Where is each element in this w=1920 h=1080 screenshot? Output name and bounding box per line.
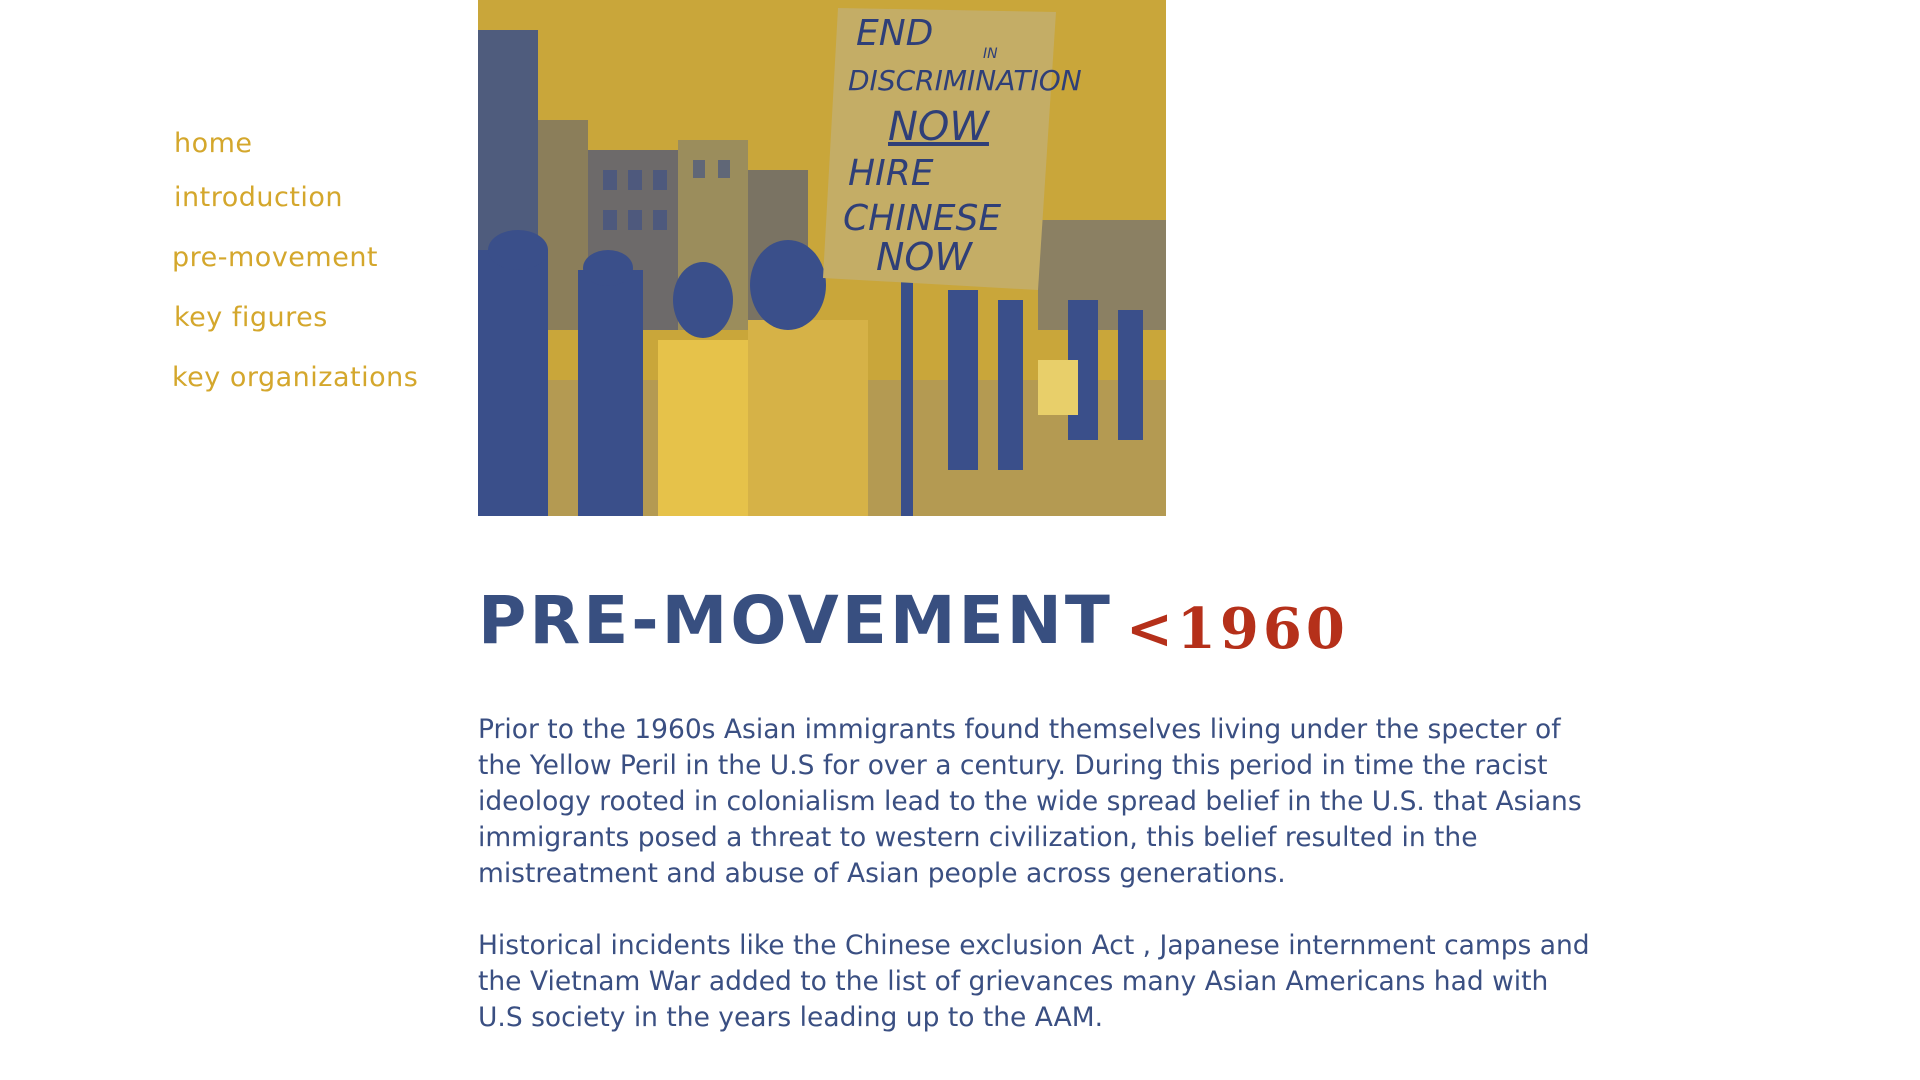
svg-text:CHINESE: CHINESE bbox=[843, 198, 1001, 239]
nav-introduction[interactable]: introduction bbox=[174, 182, 343, 213]
era-label: <1960 bbox=[1126, 596, 1349, 662]
svg-text:IN: IN bbox=[983, 46, 998, 62]
svg-text:HIRE: HIRE bbox=[848, 153, 934, 194]
svg-text:END: END bbox=[856, 13, 933, 54]
svg-text:DISCRIMINATION: DISCRIMINATION bbox=[848, 64, 1082, 97]
nav-home[interactable]: home bbox=[174, 128, 253, 159]
svg-text:NOW: NOW bbox=[876, 235, 973, 279]
paragraph: Prior to the 1960s Asian immigrants foun… bbox=[478, 714, 1582, 889]
hero-photo: END IN DISCRIMINATION NOW HIRE CHINESE N… bbox=[478, 0, 1166, 516]
svg-text:NOW: NOW bbox=[888, 104, 990, 150]
nav-pre-movement[interactable]: pre-movement bbox=[172, 242, 378, 273]
section-body: Prior to the 1960s Asian immigrants foun… bbox=[478, 712, 1598, 1072]
nav-key-figures[interactable]: key figures bbox=[174, 302, 328, 333]
paragraph: Historical incidents like the Chinese ex… bbox=[478, 930, 1590, 1033]
nav-key-organizations[interactable]: key organizations bbox=[172, 362, 418, 393]
page-title: PRE-MOVEMENT bbox=[478, 582, 1113, 659]
